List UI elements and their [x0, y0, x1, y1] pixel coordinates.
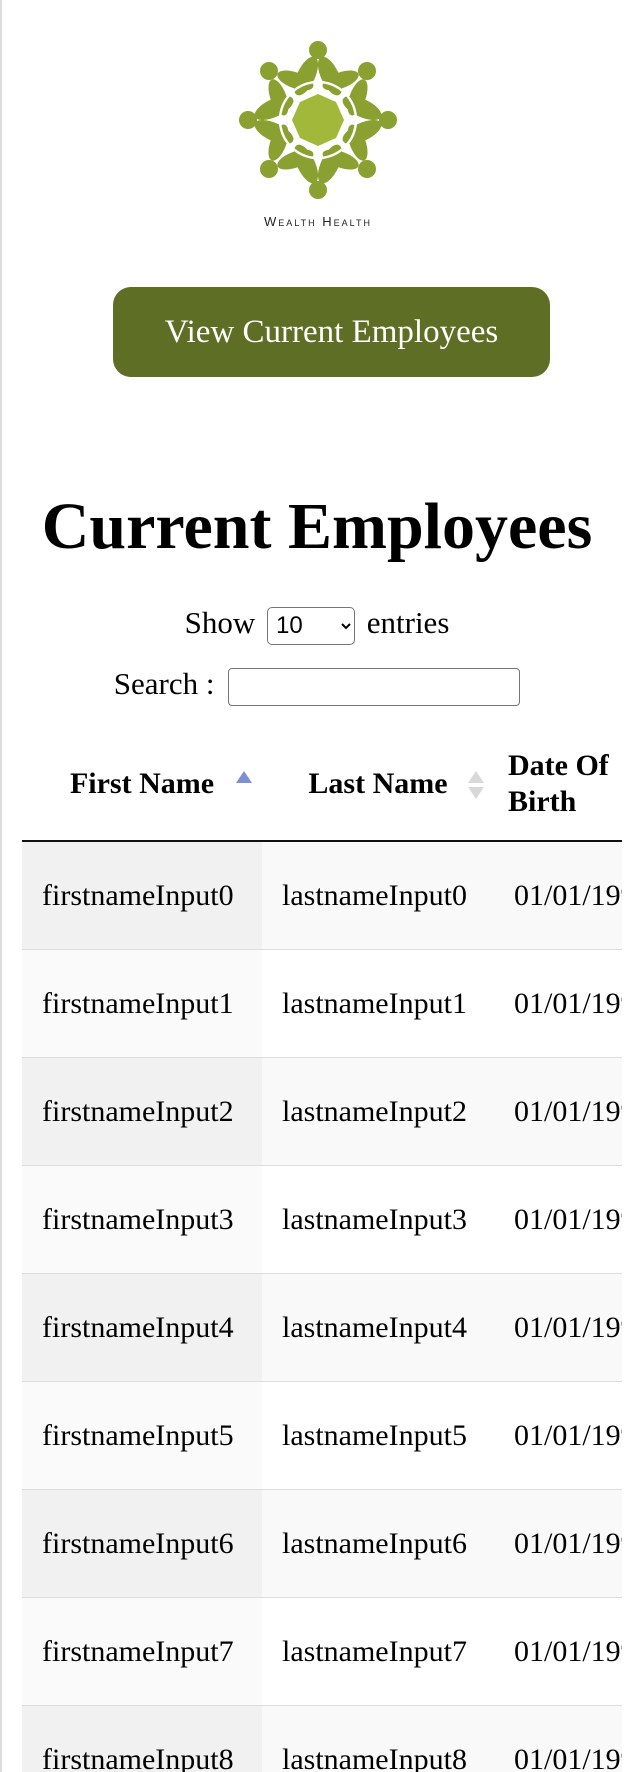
cell-date-of-birth: 01/01/1990 [494, 1705, 622, 1772]
cell-last-name: lastnameInput8 [262, 1705, 494, 1772]
column-header-date-of-birth[interactable]: Date Of Birth [494, 728, 622, 842]
cell-first-name: firstnameInput5 [22, 1381, 262, 1490]
cell-date-of-birth: 01/01/1990 [494, 1273, 622, 1382]
sort-ascending-icon [236, 771, 252, 783]
cell-date-of-birth: 01/01/1990 [494, 1057, 622, 1166]
cell-first-name: firstnameInput0 [22, 840, 262, 950]
table-row[interactable]: firstnameInput6lastnameInput601/01/1990 [22, 1489, 622, 1598]
cell-last-name: lastnameInput4 [262, 1273, 494, 1382]
cell-first-name: firstnameInput7 [22, 1597, 262, 1706]
cell-first-name: firstnameInput8 [22, 1705, 262, 1772]
entries-label: entries [366, 605, 450, 640]
page-left-border [0, 0, 2, 1772]
view-current-employees-button[interactable]: View Current Employees [113, 287, 550, 377]
table-row[interactable]: firstnameInput7lastnameInput701/01/1990 [22, 1597, 622, 1706]
column-header-first-name[interactable]: First Name [22, 728, 262, 842]
cell-date-of-birth: 01/01/1990 [494, 1381, 622, 1490]
cell-last-name: lastnameInput6 [262, 1489, 494, 1598]
cell-last-name: lastnameInput3 [262, 1165, 494, 1274]
cell-date-of-birth: 01/01/1990 [494, 949, 622, 1058]
table-body: firstnameInput0lastnameInput001/01/1990f… [22, 840, 622, 1772]
cell-last-name: lastnameInput5 [262, 1381, 494, 1490]
table-row[interactable]: firstnameInput1lastnameInput101/01/1990 [22, 949, 622, 1058]
wealth-health-logo-icon [239, 41, 397, 199]
table-header-row: First Name Last Name Date Of Birth [22, 728, 622, 842]
cell-last-name: lastnameInput1 [262, 949, 494, 1058]
table-row[interactable]: firstnameInput3lastnameInput301/01/1990 [22, 1165, 622, 1274]
column-header-label: First Name [69, 767, 215, 800]
table-row[interactable]: firstnameInput5lastnameInput501/01/1990 [22, 1381, 622, 1490]
cell-last-name: lastnameInput7 [262, 1597, 494, 1706]
search-label: Search : [113, 666, 215, 701]
table-row[interactable]: firstnameInput2lastnameInput201/01/1990 [22, 1057, 622, 1166]
cell-date-of-birth: 01/01/1990 [494, 840, 622, 950]
entries-length-control: Show 10 entries [0, 601, 634, 645]
logo: Wealth Health [230, 38, 406, 236]
column-header-label: Date Of Birth [508, 749, 609, 818]
employees-table: First Name Last Name Date Of Birth first… [22, 728, 622, 1772]
cell-date-of-birth: 01/01/1990 [494, 1165, 622, 1274]
table-row[interactable]: firstnameInput8lastnameInput801/01/1990 [22, 1705, 622, 1772]
brand-name: Wealth Health [264, 214, 372, 229]
sort-both-icon [468, 771, 484, 799]
cell-date-of-birth: 01/01/1990 [494, 1597, 622, 1706]
cell-last-name: lastnameInput2 [262, 1057, 494, 1166]
show-label: Show [184, 605, 256, 640]
cell-first-name: firstnameInput4 [22, 1273, 262, 1382]
cell-last-name: lastnameInput0 [262, 840, 494, 950]
employees-table-container[interactable]: First Name Last Name Date Of Birth first… [22, 728, 622, 1772]
table-row[interactable]: firstnameInput0lastnameInput001/01/1990 [22, 840, 622, 950]
column-header-last-name[interactable]: Last Name [262, 728, 494, 842]
cell-date-of-birth: 01/01/1990 [494, 1489, 622, 1598]
page-title: Current Employees [41, 490, 593, 563]
entries-select[interactable]: 10 [267, 606, 355, 645]
column-header-label: Last Name [308, 767, 448, 800]
table-row[interactable]: firstnameInput4lastnameInput401/01/1990 [22, 1273, 622, 1382]
cell-first-name: firstnameInput1 [22, 949, 262, 1058]
cell-first-name: firstnameInput2 [22, 1057, 262, 1166]
search-control: Search : [0, 662, 634, 706]
cell-first-name: firstnameInput6 [22, 1489, 262, 1598]
search-input[interactable] [228, 667, 521, 706]
cell-first-name: firstnameInput3 [22, 1165, 262, 1274]
